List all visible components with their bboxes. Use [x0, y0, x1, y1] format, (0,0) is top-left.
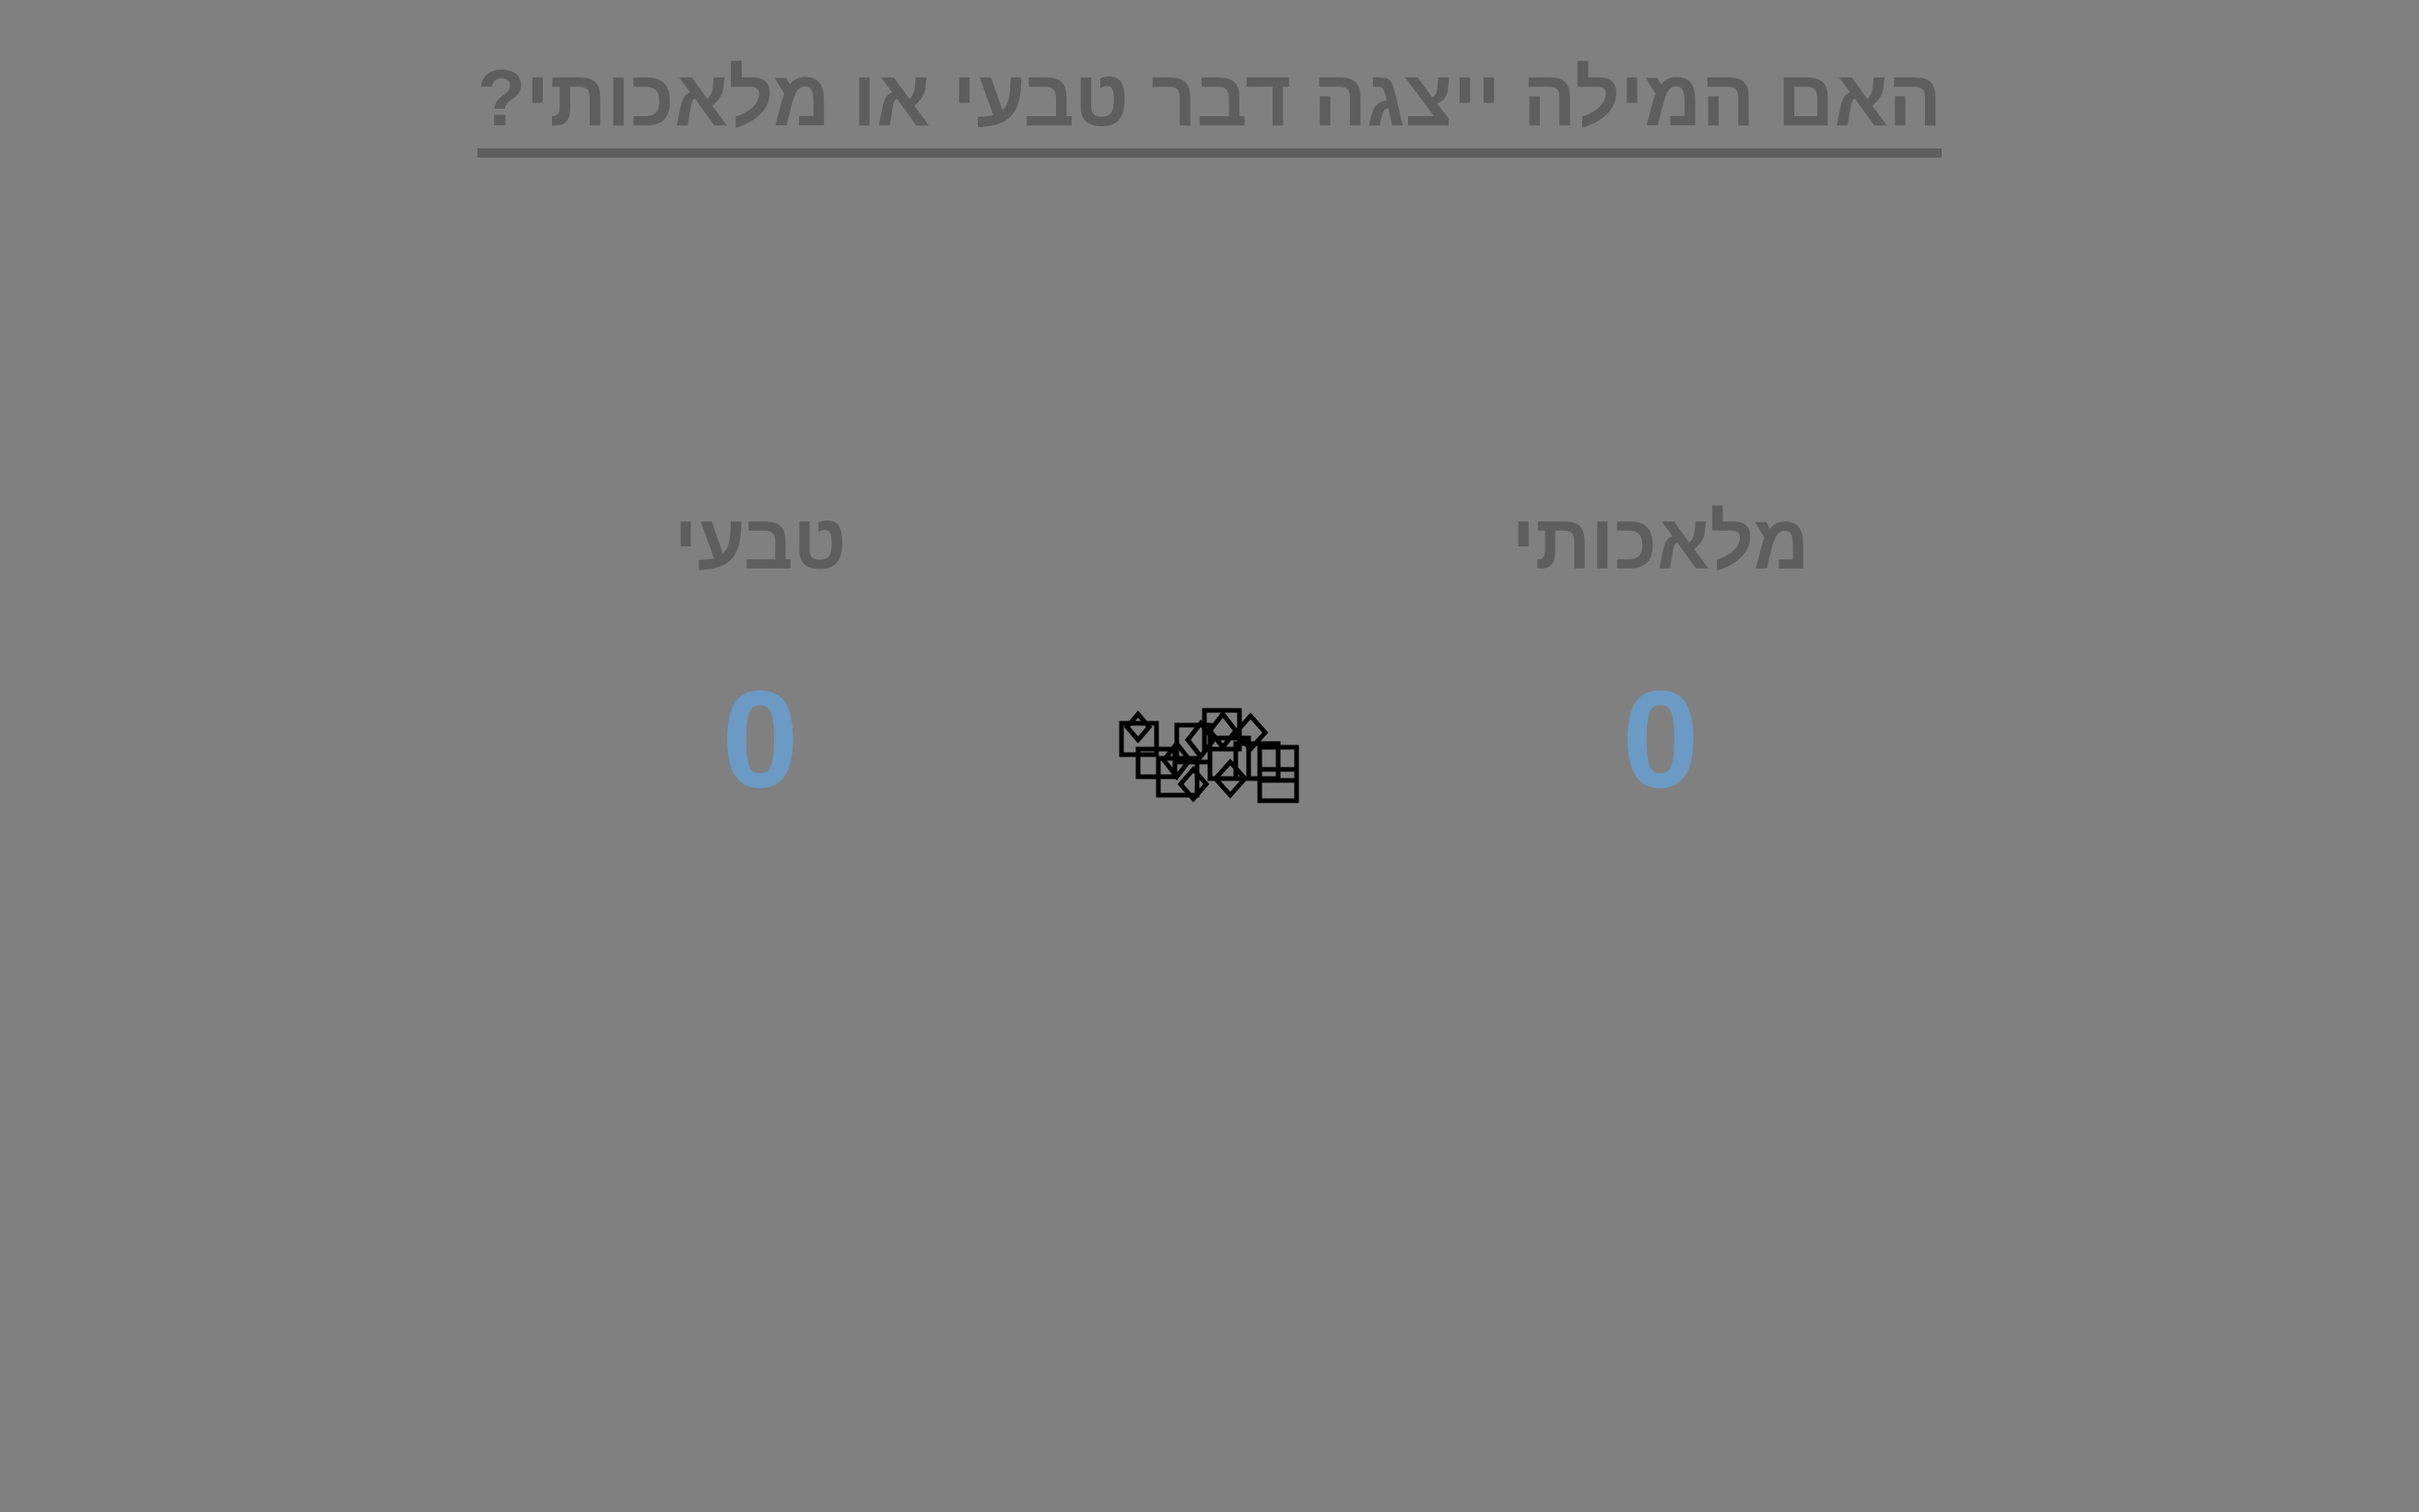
task-screen: האם המילה ייצגה דבר טבעי או מלאכותי? טבע…: [0, 0, 2419, 1512]
missing-glyph-boxes-icon: [1119, 708, 1299, 803]
category-artificial-label: מלאכותי: [1511, 498, 1810, 585]
category-natural-count: 0: [722, 661, 799, 816]
category-artificial: מלאכותי 0: [1338, 498, 1983, 808]
category-natural: טבעי 0: [438, 498, 1083, 808]
question-header: האם המילה ייצגה דבר טבעי או מלאכותי?: [0, 55, 2419, 158]
category-natural-label: טבעי: [674, 498, 847, 585]
category-artificial-count: 0: [1622, 661, 1699, 816]
question-text: האם המילה ייצגה דבר טבעי או מלאכותי?: [476, 55, 1943, 158]
